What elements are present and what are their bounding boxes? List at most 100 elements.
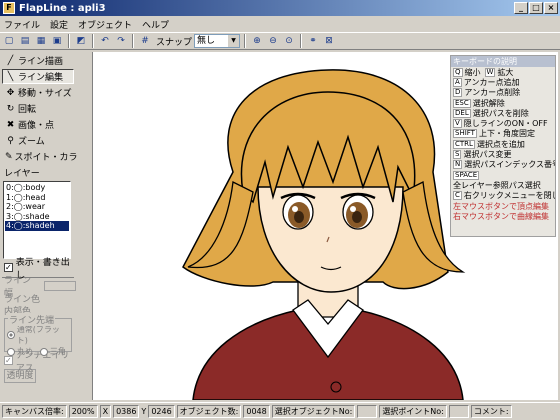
layer-item-selected[interactable]: 4:◯:shadeh xyxy=(5,221,69,231)
kb-row: CTRL 選択点を追加 xyxy=(451,139,555,149)
kb-text: アンカー点削除 xyxy=(464,88,521,98)
key-cap: D xyxy=(453,88,463,98)
tool-label: 回転 xyxy=(18,105,37,115)
kb-text: 選択パスインデックス番号 xyxy=(464,160,555,170)
zoom-in-icon[interactable]: ⊕ xyxy=(250,34,264,48)
menu-help[interactable]: ヘルプ xyxy=(142,18,169,31)
layer-item[interactable]: 0:◯:body xyxy=(5,183,69,193)
radio-flat[interactable]: 通常(フラット) xyxy=(7,324,69,346)
kb-row: N 選択パスインデックス番号 xyxy=(451,160,555,170)
tool-image-point[interactable]: ✖ 画像・点 xyxy=(2,117,74,132)
tool-label: スポイト・カラー xyxy=(14,153,87,163)
layer-label: レイヤー xyxy=(4,169,40,179)
left-eye-shine xyxy=(292,206,298,212)
app-icon: F xyxy=(3,2,15,14)
y-value: 0246 xyxy=(148,405,175,418)
pen-icon: ╱ xyxy=(7,55,14,66)
kb-text: 選択点を追加 xyxy=(476,139,525,149)
radio-dot xyxy=(7,347,15,356)
kb-text: 選択パスを削除 xyxy=(472,108,529,118)
tool-label: 移動・サイズ xyxy=(18,89,72,99)
line-end-legend: ライン先端 xyxy=(8,313,56,326)
kb-row: V 隠しラインのON・OFF xyxy=(451,118,555,128)
right-pupil xyxy=(352,211,362,223)
layer-item[interactable]: 2:◯:wear xyxy=(5,202,69,212)
kb-text: 上下・角度固定 xyxy=(478,129,535,139)
link-icon[interactable]: ⚭ xyxy=(306,34,320,48)
menu-object[interactable]: オブジェクト xyxy=(78,18,132,31)
line-width-input[interactable] xyxy=(43,281,76,291)
selected-point-value xyxy=(448,405,469,418)
x-value: 0386 xyxy=(113,405,140,418)
tool-eyedropper[interactable]: ✎ スポイト・カラー xyxy=(2,149,87,164)
redo-icon[interactable]: ↷ xyxy=(114,34,128,48)
open-file-icon[interactable]: ▤ xyxy=(18,34,32,48)
undo-icon[interactable]: ↶ xyxy=(98,34,112,48)
minimize-button[interactable]: _ xyxy=(514,2,528,14)
radio-dot xyxy=(39,347,48,356)
checkbox-checked-icon: ✓ xyxy=(4,263,13,272)
maximize-button[interactable]: □ xyxy=(529,2,543,14)
objects-label: オブジェクト数: xyxy=(176,405,242,418)
line-edit-icon: ╲ xyxy=(7,71,14,82)
selected-point-label: 選択ポイントNo: xyxy=(379,405,447,418)
toolbar-separator xyxy=(92,34,94,48)
opacity-button[interactable]: 透明度 xyxy=(4,369,36,383)
kb-row: C右クリックメニューを閉じる xyxy=(451,191,555,201)
snap-select[interactable]: 無し ▼ xyxy=(194,34,241,48)
radio-round[interactable]: 丸め xyxy=(7,346,33,357)
right-eye-shine xyxy=(350,206,356,212)
kb-row: Q 縮小 W 拡大 xyxy=(451,67,555,77)
y-label: Y xyxy=(141,407,147,416)
kb-text: 縮小 xyxy=(464,67,481,77)
kb-row: ESC 選択解除 xyxy=(451,98,555,108)
kb-text: 隠しラインのON・OFF xyxy=(463,119,548,129)
tool-label: ズーム xyxy=(18,137,45,147)
save-icon[interactable]: ▣ xyxy=(50,34,64,48)
layer-item[interactable]: 3:◯:shade xyxy=(5,212,69,222)
tool-line-edit[interactable]: ╲ ライン編集 xyxy=(2,69,74,84)
tool-line-draw[interactable]: ╱ ライン描画 xyxy=(2,53,74,68)
key-cap: N xyxy=(453,160,463,170)
zoom-out-icon[interactable]: ⊖ xyxy=(266,34,280,48)
tool-rotate[interactable]: ↻ 回転 xyxy=(2,101,74,116)
close-button[interactable]: × xyxy=(544,2,558,14)
toolbar-separator xyxy=(244,34,247,48)
radio-label: 丸め xyxy=(17,347,33,356)
toolbar-separator xyxy=(68,34,70,48)
radio-label: 三角 xyxy=(49,347,66,356)
canvas-margin xyxy=(78,52,92,400)
kb-text: 拡大 xyxy=(497,67,514,77)
new-file-icon[interactable]: ▢ xyxy=(2,34,16,48)
selected-object-value xyxy=(357,405,378,418)
crop-icon[interactable]: ⊠ xyxy=(322,34,336,48)
layer-list[interactable]: 0:◯:body 1:◯:head 2:◯:wear 3:◯:shade 4:◯… xyxy=(3,181,71,259)
radio-triangle[interactable]: 三角 xyxy=(39,346,66,357)
status-bar: キャンバス倍率: 200% X 0386 Y 0246 オブジェクト数: 004… xyxy=(0,402,560,420)
layer-item[interactable]: 1:◯:head xyxy=(5,193,69,203)
kb-row-red: 左マウスボタンで頂点編集 xyxy=(453,201,549,211)
kb-text: 選択パス変更 xyxy=(463,150,512,160)
menu-file[interactable]: ファイル xyxy=(4,18,40,31)
radio-dot xyxy=(7,331,15,339)
kb-row: 全レイヤー参照パス選択 xyxy=(451,180,555,190)
x-label: X xyxy=(99,405,112,418)
grid-icon[interactable]: # xyxy=(138,34,152,48)
snap-value: 無し xyxy=(197,36,216,46)
tool-move-size[interactable]: ✥ 移動・サイズ xyxy=(2,85,74,100)
radio-label: 通常(フラット) xyxy=(16,325,60,345)
tool-zoom[interactable]: ⚲ ズーム xyxy=(2,133,74,148)
title-bar: F FlapLine : apli3 _ □ × xyxy=(0,0,560,16)
image-icon[interactable]: ◩ xyxy=(74,34,88,48)
key-cap: CTRL xyxy=(453,139,475,149)
objects-value: 0048 xyxy=(243,405,270,418)
open-folder-icon[interactable]: ▦ xyxy=(34,34,48,48)
menu-settings[interactable]: 設定 xyxy=(50,18,68,31)
kb-row: SHIFT 上下・角度固定 xyxy=(451,129,555,139)
zoom-fit-icon[interactable]: ⊙ xyxy=(282,34,296,48)
key-cap: W xyxy=(484,67,496,77)
kb-text: 右クリックメニューを閉じる xyxy=(463,191,555,201)
key-cap: ESC xyxy=(453,98,471,108)
toolbar-separator xyxy=(300,34,303,48)
rotate-icon: ↻ xyxy=(6,103,15,114)
